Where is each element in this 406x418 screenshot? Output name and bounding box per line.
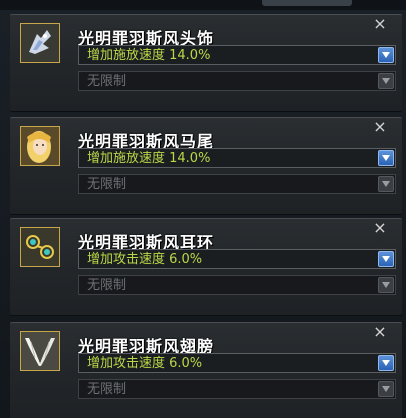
chevron-down-icon[interactable] (378, 381, 394, 397)
close-icon[interactable]: × (372, 324, 388, 340)
chevron-down-icon[interactable] (378, 73, 394, 89)
chevron-down-icon[interactable] (378, 251, 394, 267)
option-value: 增加施放速度 14.0% (87, 151, 211, 166)
option-value: 增加攻击速度 6.0% (87, 252, 203, 267)
teal-earring-icon (20, 227, 60, 267)
sub-option-dropdown[interactable]: 无限制 (78, 71, 396, 91)
top-edge (0, 0, 406, 10)
slot-card-headpiece: 光明罪羽斯风头饰 × 增加施放速度 14.0% 无限制 (10, 14, 402, 111)
blonde-ponytail-icon (20, 126, 60, 166)
slot-card-earring: 光明罪羽斯风耳环 × 增加攻击速度 6.0% 无限制 (10, 218, 402, 315)
chevron-down-icon[interactable] (378, 277, 394, 293)
close-icon[interactable]: × (372, 16, 388, 32)
option-dropdown[interactable]: 增加施放速度 14.0% (78, 148, 396, 168)
chevron-down-icon[interactable] (378, 150, 394, 166)
white-wings-icon (20, 331, 60, 371)
option-value: 增加施放速度 14.0% (87, 48, 211, 63)
sub-option-value: 无限制 (87, 177, 127, 192)
option-dropdown[interactable]: 增加攻击速度 6.0% (78, 249, 396, 269)
sub-option-value: 无限制 (87, 278, 127, 293)
sub-option-dropdown[interactable]: 无限制 (78, 174, 396, 194)
sub-option-dropdown[interactable]: 无限制 (78, 379, 396, 399)
close-icon[interactable]: × (372, 220, 388, 236)
sub-option-dropdown[interactable]: 无限制 (78, 275, 396, 295)
chevron-down-icon[interactable] (378, 47, 394, 63)
avatar-option-panel: 光明罪羽斯风头饰 × 增加施放速度 14.0% 无限制 光明罪羽斯风马尾 × 增… (0, 0, 406, 418)
sub-option-value: 无限制 (87, 382, 127, 397)
option-dropdown[interactable]: 增加施放速度 14.0% (78, 45, 396, 65)
option-dropdown[interactable]: 增加攻击速度 6.0% (78, 353, 396, 373)
option-value: 增加攻击速度 6.0% (87, 356, 203, 371)
slot-card-wings: 光明罪羽斯风翅膀 × 增加攻击速度 6.0% 无限制 (10, 322, 402, 418)
slot-card-ponytail: 光明罪羽斯风马尾 × 增加施放速度 14.0% 无限制 (10, 117, 402, 214)
close-icon[interactable]: × (372, 119, 388, 135)
winged-headpiece-icon (20, 23, 60, 63)
sub-option-value: 无限制 (87, 74, 127, 89)
chevron-down-icon[interactable] (378, 355, 394, 371)
chevron-down-icon[interactable] (378, 176, 394, 192)
